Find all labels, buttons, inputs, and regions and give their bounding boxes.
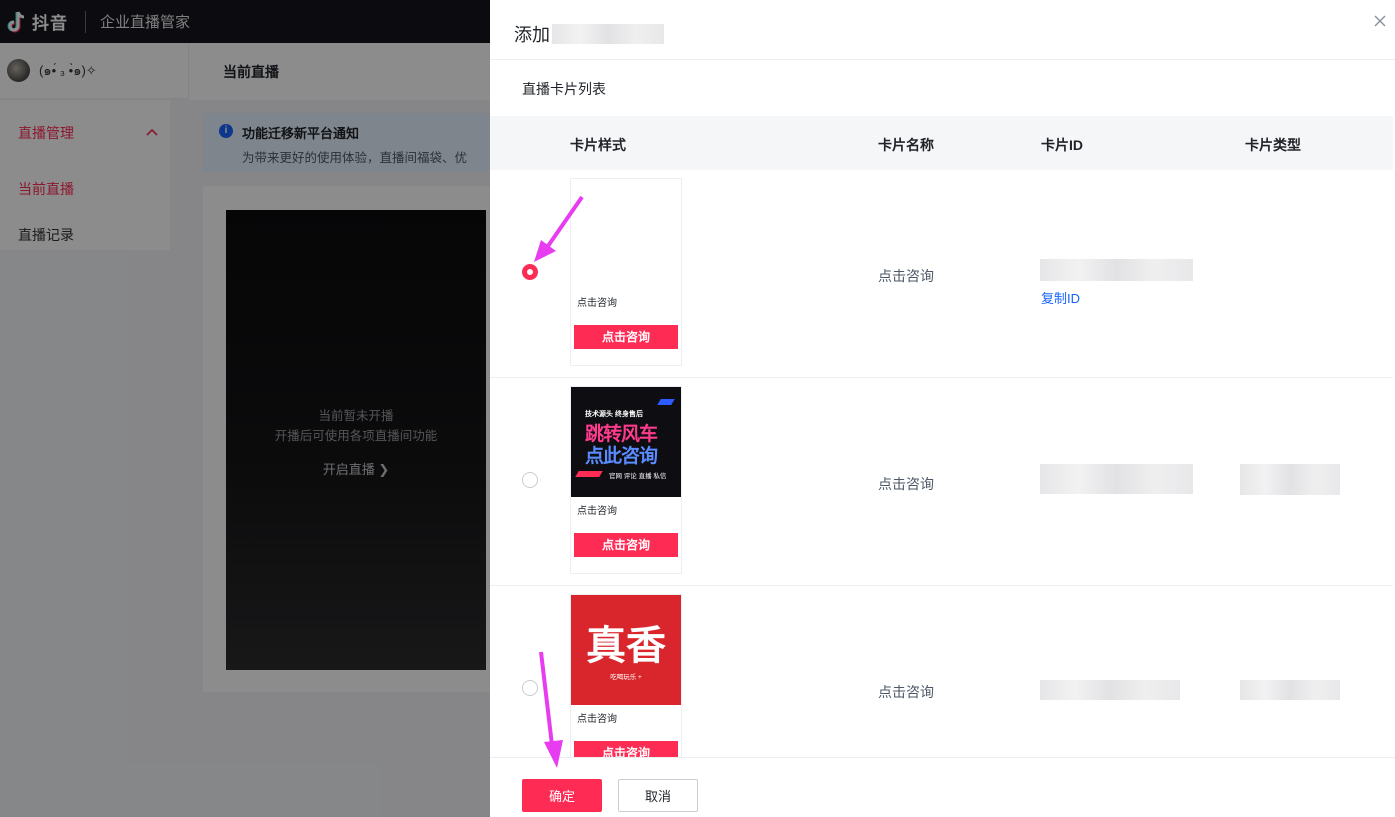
column-header-name: 卡片名称 [878, 137, 934, 153]
add-card-drawer: 添加 直播卡片列表 卡片样式 卡片名称 卡片ID 卡片类型 点击咨询 点击咨询 … [490, 0, 1395, 817]
column-header-id: 卡片ID [1041, 137, 1083, 153]
cancel-button[interactable]: 取消 [618, 779, 698, 812]
card-caption: 点击咨询 [577, 298, 617, 309]
copy-id-link[interactable]: 复制ID [1041, 288, 1080, 307]
card-preview: 真香 吃喝玩乐 + 点击咨询 点击咨询 [570, 594, 682, 758]
modal-overlay[interactable] [0, 0, 490, 817]
poster-stripe-blue [657, 399, 675, 405]
redacted-card-id [1040, 680, 1180, 700]
column-header-type: 卡片类型 [1245, 137, 1301, 153]
card-preview-button: 点击咨询 [574, 741, 678, 758]
redacted-card-id [1040, 259, 1193, 281]
card-preview-button: 点击咨询 [574, 325, 678, 349]
card-image-poster: 真香 吃喝玩乐 + [571, 595, 681, 705]
confirm-button[interactable]: 确定 [522, 779, 602, 812]
card-image-blank [571, 179, 681, 289]
card-caption: 点击咨询 [577, 506, 617, 517]
card-preview-button: 点击咨询 [574, 533, 678, 557]
redacted-card-id [1040, 464, 1193, 494]
card-name: 点击咨询 [878, 268, 934, 284]
poster-main-text: 真香 [586, 622, 666, 669]
card-preview: 技术源头 终身售后 跳转风车 点此咨询 官网 评论 直播 私信 点击咨询 点击咨… [570, 386, 682, 574]
redacted-card-type [1240, 464, 1340, 495]
poster-bottom-text: 官网 评论 直播 私信 [609, 473, 667, 480]
redacted-title [552, 24, 664, 44]
divider [490, 59, 1395, 60]
column-header-style: 卡片样式 [570, 137, 626, 153]
card-image-poster: 技术源头 终身售后 跳转风车 点此咨询 官网 评论 直播 私信 [571, 387, 681, 497]
drawer-title-text: 添加 [514, 25, 550, 45]
table-row[interactable]: 点击咨询 点击咨询 点击咨询 复制ID [490, 170, 1393, 378]
card-name: 点击咨询 [878, 476, 934, 492]
drawer-title: 添加 [514, 21, 664, 47]
poster-top-text: 技术源头 终身售后 [585, 411, 643, 418]
table-row[interactable]: 真香 吃喝玩乐 + 点击咨询 点击咨询 点击咨询 [490, 586, 1393, 758]
row-radio[interactable] [522, 472, 538, 488]
poster-sub-text: 吃喝玩乐 + [610, 674, 642, 681]
drawer-footer: 确定 取消 [490, 757, 1395, 817]
close-icon[interactable] [1373, 14, 1387, 28]
redacted-card-type [1240, 680, 1340, 700]
row-radio[interactable] [522, 680, 538, 696]
section-label: 直播卡片列表 [522, 81, 606, 97]
poster-title-line2: 点此咨询 [585, 446, 658, 467]
table-header: 卡片样式 卡片名称 卡片ID 卡片类型 [490, 116, 1393, 170]
card-table: 卡片样式 卡片名称 卡片ID 卡片类型 点击咨询 点击咨询 点击咨询 复制ID … [490, 116, 1393, 758]
card-preview: 点击咨询 点击咨询 [570, 178, 682, 366]
poster-stripe [575, 471, 603, 477]
row-radio-selected[interactable] [522, 264, 538, 280]
card-caption: 点击咨询 [577, 714, 617, 725]
table-row[interactable]: 技术源头 终身售后 跳转风车 点此咨询 官网 评论 直播 私信 点击咨询 点击咨… [490, 378, 1393, 586]
card-name: 点击咨询 [878, 684, 934, 700]
